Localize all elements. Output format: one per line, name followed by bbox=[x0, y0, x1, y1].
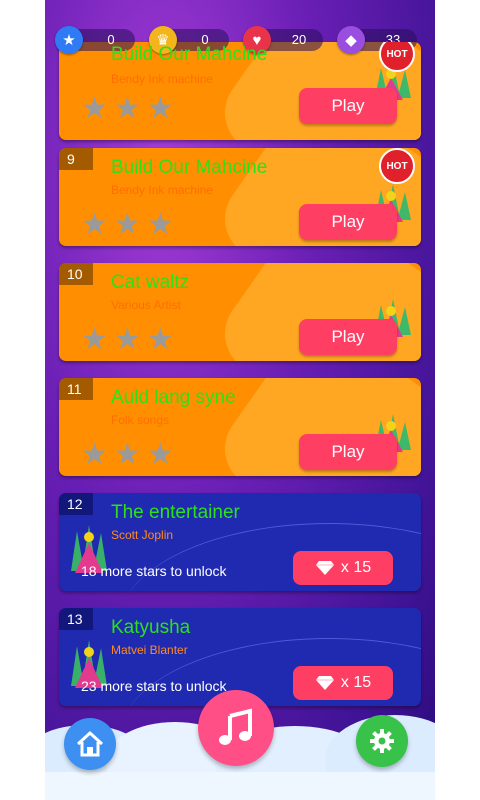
star-icon: ★ bbox=[81, 323, 108, 356]
song-card: 10 Cat waltz Various Artist ★ ★ ★ Play bbox=[59, 263, 421, 361]
music-note-icon bbox=[219, 708, 252, 745]
star-icon: ★ bbox=[113, 92, 141, 125]
star-icon: ★ bbox=[146, 92, 174, 125]
star-rating: ★ ★ ★ bbox=[81, 210, 174, 240]
song-title: The entertainer bbox=[111, 502, 240, 523]
hot-badge-icon: HOT bbox=[379, 148, 415, 184]
star-icon: ★ bbox=[113, 438, 141, 471]
song-card: 9 Build Our Mahcine Bendy Ink machine ★ … bbox=[59, 148, 421, 246]
play-button[interactable]: Play bbox=[299, 319, 397, 355]
diamond-icon: ◆ bbox=[337, 26, 365, 54]
song-number: 11 bbox=[59, 378, 93, 400]
star-icon: ★ bbox=[146, 208, 174, 241]
song-artist: Bendy Ink machine bbox=[111, 183, 214, 197]
play-button[interactable]: Play bbox=[299, 204, 397, 240]
play-button[interactable]: Play bbox=[299, 88, 397, 124]
star-icon: ★ bbox=[146, 438, 174, 471]
star-icon: ★ bbox=[146, 323, 174, 356]
unlock-with-diamonds-button[interactable]: x 15 bbox=[293, 666, 393, 700]
diamond-price: x 15 bbox=[340, 559, 372, 576]
song-card: Build Our Mahcine Bendy Ink machine ★ ★ … bbox=[59, 42, 421, 140]
unlock-requirement: 23 more stars to unlock bbox=[81, 678, 227, 694]
song-title: Katyusha bbox=[111, 617, 191, 638]
play-button[interactable]: Play bbox=[299, 434, 397, 470]
gear-icon bbox=[370, 729, 394, 753]
music-button[interactable] bbox=[198, 690, 274, 766]
star-icon: ★ bbox=[81, 92, 108, 125]
song-title: Build Our Mahcine bbox=[111, 157, 268, 178]
star-icon: ★ bbox=[81, 208, 108, 241]
diamond-icon bbox=[315, 676, 334, 690]
star-icon: ★ bbox=[81, 438, 108, 471]
song-card-locked: 12 The entertainer Scott Joplin 18 more … bbox=[59, 493, 421, 591]
song-artist: Bendy Ink machine bbox=[111, 72, 214, 86]
song-title: Build Our Mahcine bbox=[111, 44, 268, 65]
settings-button[interactable] bbox=[356, 715, 408, 767]
diamond-icon bbox=[315, 561, 334, 575]
star-icon: ★ bbox=[113, 208, 141, 241]
home-button[interactable] bbox=[64, 718, 116, 770]
song-title: Cat waltz bbox=[111, 272, 190, 293]
song-number: 10 bbox=[59, 263, 93, 285]
song-artist: Various Artist bbox=[111, 298, 181, 312]
song-artist: Matvei Blanter bbox=[111, 643, 188, 657]
star-icon: ★ bbox=[55, 26, 83, 54]
star-rating: ★ ★ ★ bbox=[81, 440, 174, 470]
song-list-screen: Build Our Mahcine Bendy Ink machine ★ ★ … bbox=[45, 0, 435, 800]
star-icon: ★ bbox=[113, 323, 141, 356]
home-icon bbox=[76, 731, 104, 757]
star-rating: ★ ★ ★ bbox=[81, 94, 174, 124]
song-artist: Folk songs bbox=[111, 413, 170, 427]
lives-count: 20 bbox=[291, 32, 307, 47]
star-rating: ★ ★ ★ bbox=[81, 325, 174, 355]
song-title: Auld lang syne bbox=[111, 387, 236, 408]
song-artist: Scott Joplin bbox=[111, 528, 174, 542]
song-number: 9 bbox=[59, 148, 93, 170]
unlock-requirement: 18 more stars to unlock bbox=[81, 563, 227, 579]
song-card: 11 Auld lang syne Folk songs ★ ★ ★ Play bbox=[59, 378, 421, 476]
unlock-with-diamonds-button[interactable]: x 15 bbox=[293, 551, 393, 585]
diamond-price: x 15 bbox=[340, 674, 372, 691]
